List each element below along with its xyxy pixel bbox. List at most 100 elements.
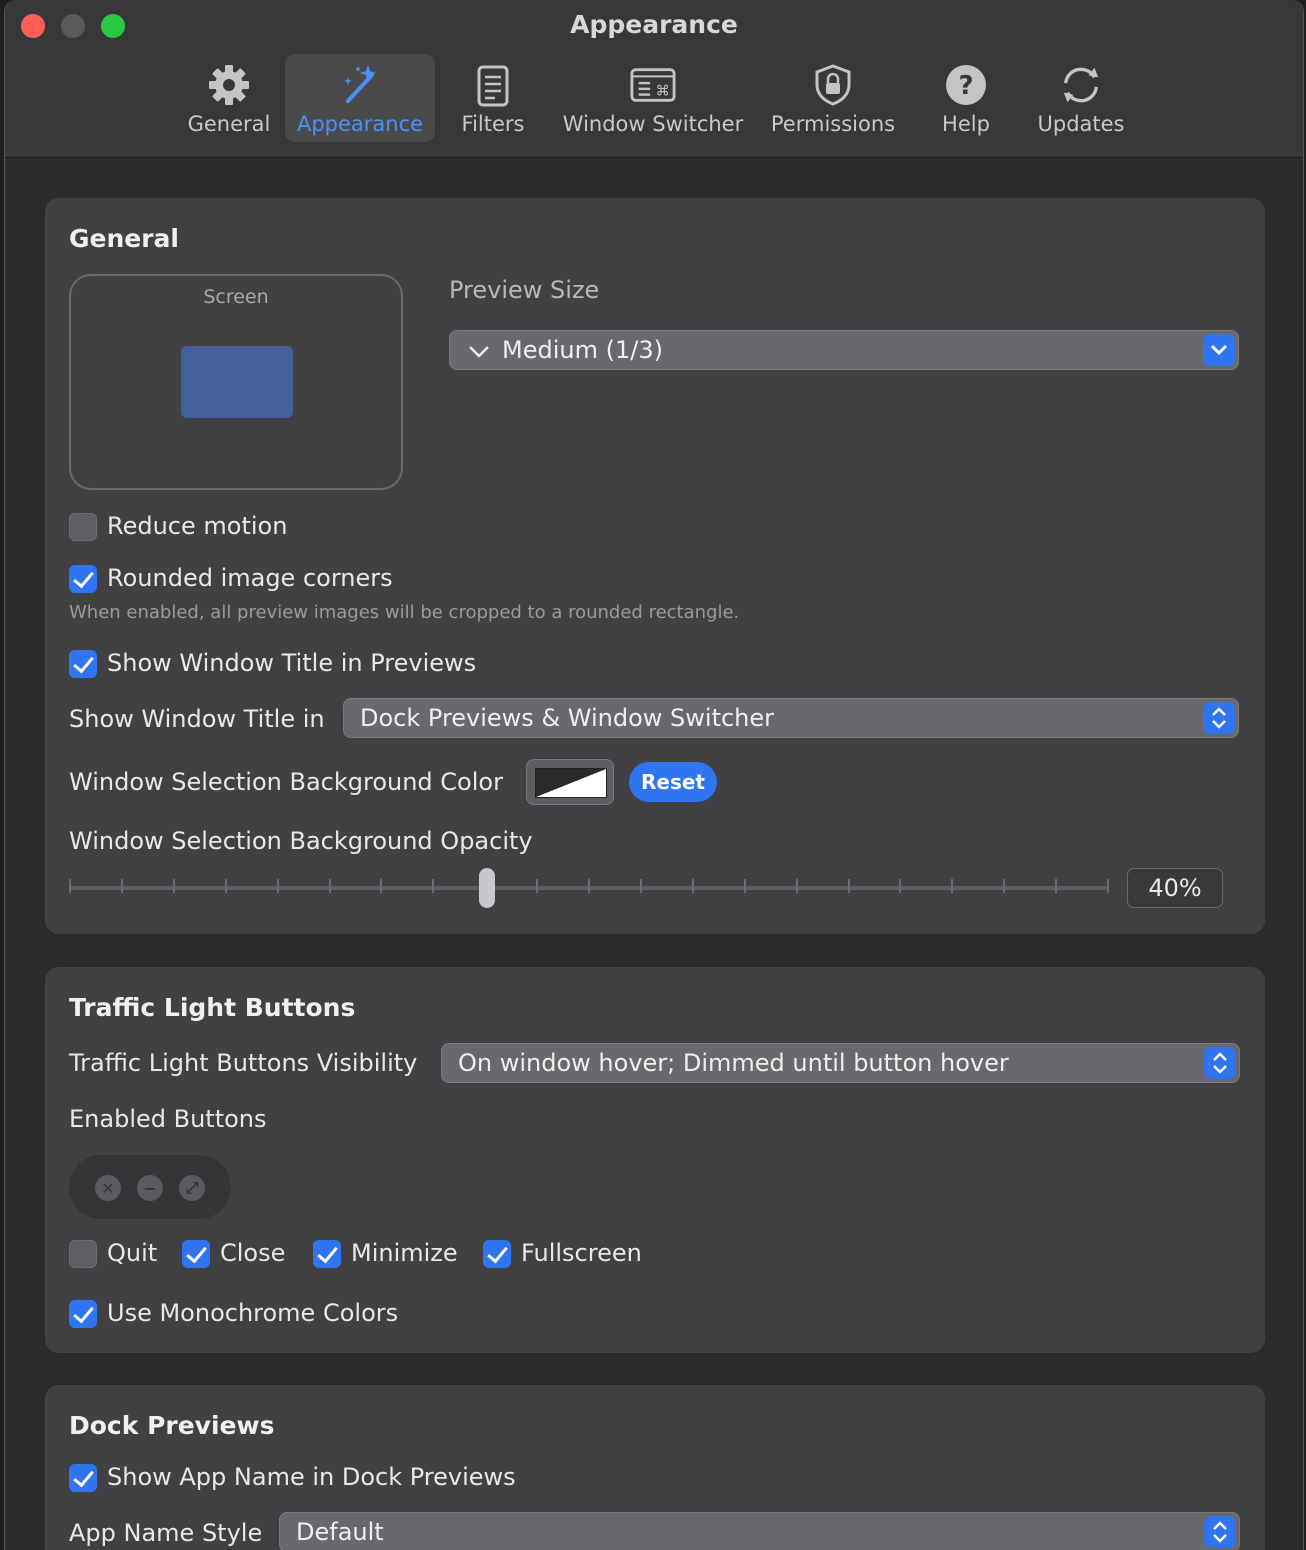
tab-help[interactable]: ? Help: [927, 54, 1005, 142]
minimize-preview-icon: −: [137, 1175, 163, 1201]
screen-caption: Screen: [203, 286, 269, 308]
section-title: General: [69, 224, 179, 253]
show-title-in-label: Show Window Title in: [69, 705, 325, 733]
slider-tick: [691, 879, 694, 893]
minimize-label: Minimize: [351, 1239, 458, 1267]
slider-tick: [588, 879, 590, 893]
minimize-checkbox[interactable]: [313, 1240, 341, 1268]
section-title: Dock Previews: [69, 1411, 275, 1440]
slider-tick: [224, 879, 227, 893]
chevron-down-icon: [469, 346, 489, 358]
app-name-style-value: Default: [296, 1518, 384, 1546]
tab-general[interactable]: General: [183, 54, 275, 142]
slider-tick: [328, 879, 331, 893]
show-title-in-select[interactable]: Dock Previews & Window Switcher: [343, 698, 1239, 738]
show-app-name-checkbox[interactable]: [69, 1464, 97, 1492]
show-title-label: Show Window Title in Previews: [107, 649, 477, 677]
preview-rectangle: [181, 346, 293, 418]
tab-appearance-label: Appearance: [296, 112, 424, 136]
slider-tick: [847, 879, 850, 893]
traffic-light-preview: ✕ − ⤢: [69, 1155, 231, 1219]
slider-tick: [639, 879, 642, 893]
slider-tick: [1055, 879, 1058, 893]
tab-filters-label: Filters: [461, 112, 525, 136]
preview-size-value: Medium (1/3): [502, 336, 663, 364]
reset-button[interactable]: Reset: [629, 762, 717, 802]
quit-checkbox[interactable]: [69, 1240, 97, 1268]
slider-tick: [795, 879, 798, 893]
close-label: Close: [220, 1239, 286, 1267]
color-swatch: [535, 768, 607, 798]
reduce-motion-label: Reduce motion: [107, 512, 288, 540]
show-title-in-value: Dock Previews & Window Switcher: [360, 704, 775, 732]
chevron-down-icon: [1210, 344, 1228, 356]
magic-wand-icon: [337, 62, 383, 108]
rounded-corners-checkbox[interactable]: [69, 565, 97, 593]
svg-text:?: ?: [958, 71, 973, 101]
slider-tick: [432, 879, 435, 893]
slider-tick: [951, 879, 954, 893]
opacity-value-field[interactable]: 40%: [1127, 868, 1223, 908]
tab-general-label: General: [187, 112, 271, 136]
question-icon: ?: [943, 62, 989, 108]
select-stepper[interactable]: [1204, 1516, 1236, 1548]
fullscreen-checkbox[interactable]: [483, 1240, 511, 1268]
tab-help-label: Help: [942, 112, 990, 136]
lock-shield-icon: [810, 62, 856, 108]
up-down-chevron-icon: [1213, 1521, 1227, 1543]
screen-preview: Screen: [69, 274, 403, 490]
tab-filters[interactable]: Filters: [451, 54, 535, 142]
slider-tick: [276, 879, 279, 893]
tab-updates[interactable]: Updates: [1029, 54, 1133, 142]
tab-appearance[interactable]: Appearance: [285, 54, 435, 142]
general-section: General Screen Preview Size Medium (1/3)…: [45, 198, 1265, 934]
slider-tick: [69, 879, 71, 893]
fullscreen-label: Fullscreen: [521, 1239, 642, 1267]
select-stepper[interactable]: [1204, 1047, 1236, 1079]
svg-text:⌘: ⌘: [655, 84, 669, 100]
close-checkbox[interactable]: [182, 1240, 210, 1268]
keyboard-switcher-icon: ⌘: [630, 62, 676, 108]
show-title-checkbox[interactable]: [69, 650, 97, 678]
tab-updates-label: Updates: [1037, 112, 1125, 136]
slider-tick: [536, 879, 539, 893]
reduce-motion-checkbox[interactable]: [69, 513, 97, 541]
tab-permissions[interactable]: Permissions: [763, 54, 903, 142]
slider-tick: [1003, 879, 1006, 893]
monochrome-label: Use Monochrome Colors: [107, 1299, 399, 1327]
slider-tick: [172, 879, 175, 893]
visibility-select[interactable]: On window hover; Dimmed until button hov…: [441, 1043, 1240, 1083]
dock-previews-section: Dock Previews Show App Name in Dock Prev…: [45, 1385, 1265, 1550]
refresh-icon: [1058, 62, 1104, 108]
title-bar: Appearance General Appearance Filters ⌘ …: [5, 0, 1303, 158]
app-name-style-label: App Name Style: [69, 1519, 263, 1547]
app-name-style-select[interactable]: Default: [279, 1512, 1240, 1550]
enabled-buttons-label: Enabled Buttons: [69, 1105, 267, 1133]
select-stepper[interactable]: [1203, 702, 1235, 734]
dropdown-stepper[interactable]: [1203, 334, 1235, 366]
preview-size-label: Preview Size: [449, 276, 600, 304]
up-down-chevron-icon: [1213, 1052, 1227, 1074]
visibility-value: On window hover; Dimmed until button hov…: [458, 1049, 1009, 1077]
up-down-chevron-icon: [1212, 707, 1226, 729]
fullscreen-preview-icon: ⤢: [179, 1175, 205, 1201]
show-app-name-label: Show App Name in Dock Previews: [107, 1463, 516, 1491]
tab-window-switcher-label: Window Switcher: [562, 112, 744, 136]
monochrome-checkbox[interactable]: [69, 1300, 97, 1328]
rounded-corners-hint: When enabled, all preview images will be…: [69, 602, 740, 623]
visibility-label: Traffic Light Buttons Visibility: [69, 1049, 418, 1077]
gear-icon: [206, 62, 252, 108]
tab-permissions-label: Permissions: [770, 112, 896, 136]
traffic-lights-section: Traffic Light Buttons Traffic Light Butt…: [45, 967, 1265, 1353]
bg-color-label: Window Selection Background Color: [69, 768, 503, 796]
tab-window-switcher[interactable]: ⌘ Window Switcher: [557, 54, 749, 142]
quit-label: Quit: [107, 1239, 158, 1267]
window-title: Appearance: [570, 10, 738, 39]
list-document-icon: [470, 62, 516, 108]
preview-size-select[interactable]: Medium (1/3): [449, 330, 1239, 370]
bg-color-well[interactable]: [526, 759, 614, 805]
slider-tick: [380, 879, 383, 893]
opacity-label: Window Selection Background Opacity: [69, 827, 533, 855]
opacity-slider-knob[interactable]: [479, 868, 495, 908]
slider-tick: [743, 879, 746, 893]
